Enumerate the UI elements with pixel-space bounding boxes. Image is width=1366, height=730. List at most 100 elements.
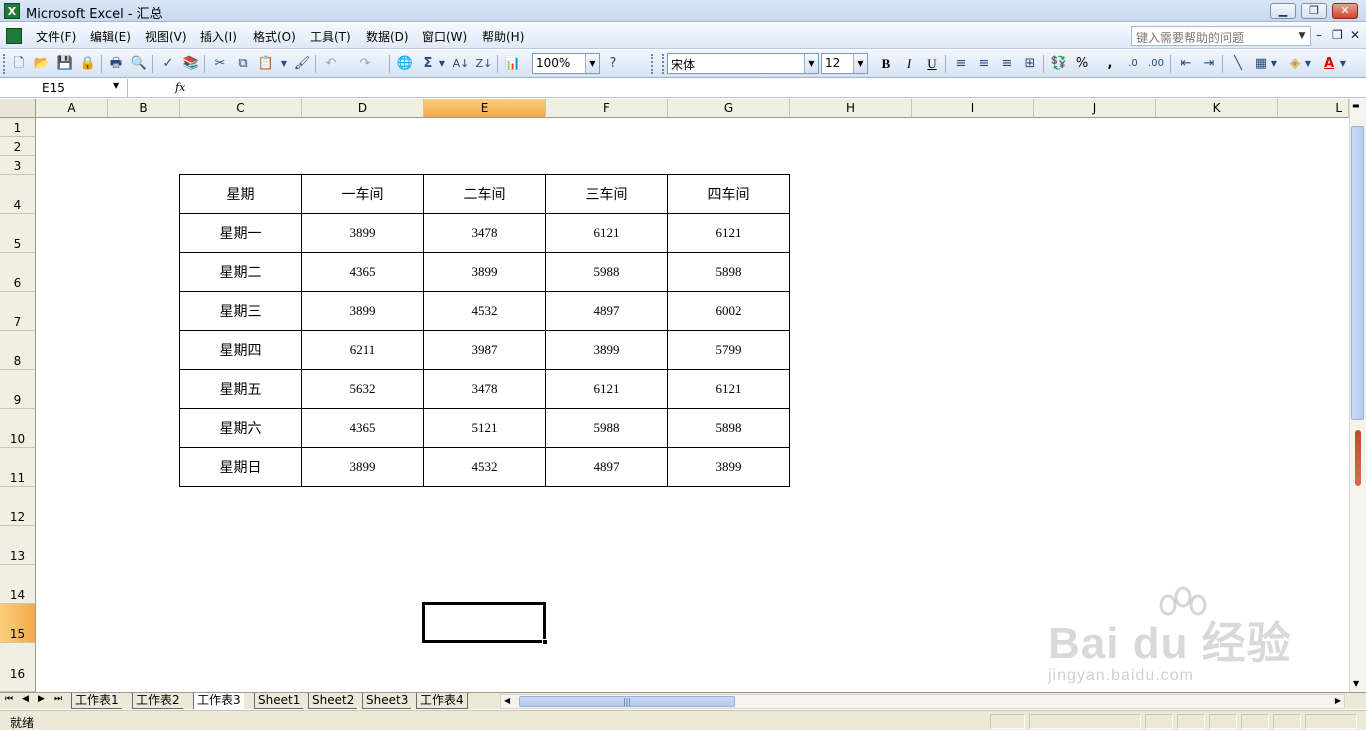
close-button[interactable]: ✕ xyxy=(1332,3,1358,19)
row-header-12[interactable]: 12 xyxy=(0,487,36,526)
header-cell[interactable]: 星期 xyxy=(179,174,302,214)
chevron-down-icon[interactable]: ▼ xyxy=(585,54,599,73)
column-header-k[interactable]: K xyxy=(1156,99,1278,118)
toolbar-grip[interactable] xyxy=(3,54,6,74)
value-cell[interactable]: 4897 xyxy=(545,447,668,487)
fill-color-dropdown-icon[interactable]: ▼ xyxy=(1303,54,1313,74)
toolbar-grip[interactable] xyxy=(662,54,665,74)
header-cell[interactable]: 二车间 xyxy=(423,174,546,214)
chevron-down-icon[interactable]: ▼ xyxy=(113,81,119,90)
fill-handle[interactable] xyxy=(542,639,548,645)
value-cell[interactable]: 5988 xyxy=(545,252,668,292)
vertical-scroll-thumb[interactable] xyxy=(1351,126,1364,420)
menu-file[interactable]: 文件(F) xyxy=(36,28,76,45)
value-cell[interactable]: 5898 xyxy=(667,252,790,292)
row-header-4[interactable]: 4 xyxy=(0,175,36,214)
menu-edit[interactable]: 编辑(E) xyxy=(90,28,131,45)
copy-icon[interactable]: ⧉ xyxy=(233,54,253,74)
value-cell[interactable]: 6121 xyxy=(545,213,668,253)
value-cell[interactable]: 6121 xyxy=(545,369,668,409)
menu-format[interactable]: 格式(O) xyxy=(253,28,296,45)
chevron-down-icon[interactable]: ▼ xyxy=(853,54,867,73)
sort-ascending-icon[interactable]: A↓ xyxy=(451,54,471,74)
day-cell[interactable]: 星期日 xyxy=(179,447,302,487)
hyperlink-icon[interactable]: 🌐 xyxy=(395,54,415,74)
row-header-2[interactable]: 2 xyxy=(0,137,36,156)
header-cell[interactable]: 三车间 xyxy=(545,174,668,214)
help-question-input[interactable]: 键入需要帮助的问题 ▼ xyxy=(1131,26,1311,46)
format-painter-icon[interactable]: 🖌 xyxy=(292,54,312,74)
row-header-3[interactable]: 3 xyxy=(0,156,36,175)
doc-restore-button[interactable]: ❐ xyxy=(1332,28,1343,42)
draw-line-icon[interactable]: ╲ xyxy=(1228,54,1248,74)
doc-close-button[interactable]: ✕ xyxy=(1350,28,1360,42)
save-icon[interactable]: 💾 xyxy=(55,54,75,74)
decrease-indent-icon[interactable]: ⇤ xyxy=(1176,54,1196,74)
menu-window[interactable]: 窗口(W) xyxy=(422,28,467,45)
prev-sheet-icon[interactable]: ◀ xyxy=(22,694,29,704)
row-header-1[interactable]: 1 xyxy=(0,118,36,137)
chevron-down-icon[interactable]: ▼ xyxy=(804,54,818,73)
workbook-icon[interactable] xyxy=(6,28,22,44)
value-cell[interactable]: 3899 xyxy=(545,330,668,370)
menu-insert[interactable]: 插入(I) xyxy=(200,28,237,45)
menu-view[interactable]: 视图(V) xyxy=(145,28,187,45)
scroll-left-icon[interactable]: ◀ xyxy=(504,696,510,705)
day-cell[interactable]: 星期四 xyxy=(179,330,302,370)
restore-button[interactable]: ❐ xyxy=(1301,3,1327,19)
autosum-icon[interactable]: Σ xyxy=(418,54,438,74)
column-header-l[interactable]: L xyxy=(1278,99,1349,118)
excel-icon[interactable]: X xyxy=(4,3,20,19)
header-cell[interactable]: 一车间 xyxy=(301,174,424,214)
last-sheet-icon[interactable]: ⏭ xyxy=(54,694,62,704)
day-cell[interactable]: 星期六 xyxy=(179,408,302,448)
sheet-tab-4[interactable]: Sheet1 xyxy=(254,693,304,709)
fill-color-icon[interactable]: ◈ xyxy=(1285,54,1305,74)
value-cell[interactable]: 5898 xyxy=(667,408,790,448)
day-cell[interactable]: 星期一 xyxy=(179,213,302,253)
column-header-e[interactable]: E xyxy=(424,99,546,118)
next-sheet-icon[interactable]: ▶ xyxy=(38,694,45,704)
value-cell[interactable]: 6121 xyxy=(667,213,790,253)
print-preview-icon[interactable]: 🔍 xyxy=(129,54,149,74)
value-cell[interactable]: 5799 xyxy=(667,330,790,370)
comma-style-button[interactable]: , xyxy=(1100,54,1120,74)
value-cell[interactable]: 4897 xyxy=(545,291,668,331)
align-right-icon[interactable]: ≡ xyxy=(997,54,1017,74)
value-cell[interactable]: 6211 xyxy=(301,330,424,370)
value-cell[interactable]: 3899 xyxy=(301,213,424,253)
increase-decimal-icon[interactable]: .0 xyxy=(1123,54,1143,74)
row-header-7[interactable]: 7 xyxy=(0,292,36,331)
horizontal-scroll-thumb[interactable]: ||| xyxy=(519,696,735,707)
chevron-down-icon[interactable]: ▼ xyxy=(1295,28,1309,44)
horizontal-scrollbar[interactable]: ◀ ||| ▶ xyxy=(500,694,1345,709)
borders-dropdown-icon[interactable]: ▼ xyxy=(1269,54,1279,74)
value-cell[interactable]: 4532 xyxy=(423,291,546,331)
column-header-d[interactable]: D xyxy=(302,99,424,118)
chart-wizard-icon[interactable]: 📊 xyxy=(503,54,523,74)
sort-descending-icon[interactable]: Z↓ xyxy=(474,54,494,74)
column-header-j[interactable]: J xyxy=(1034,99,1156,118)
insert-function-icon[interactable]: fx xyxy=(175,81,185,94)
menu-data[interactable]: 数据(D) xyxy=(366,28,409,45)
row-header-5[interactable]: 5 xyxy=(0,214,36,253)
sheet-tab-2[interactable]: 工作表2 xyxy=(132,693,183,709)
print-icon[interactable]: 🖶 xyxy=(106,54,126,74)
font-color-icon[interactable]: A xyxy=(1319,54,1339,74)
increase-indent-icon[interactable]: ⇥ xyxy=(1199,54,1219,74)
value-cell[interactable]: 3899 xyxy=(301,291,424,331)
row-header-13[interactable]: 13 xyxy=(0,526,36,565)
help-icon[interactable]: ? xyxy=(603,54,623,74)
undo-icon[interactable]: ↶ xyxy=(321,54,341,74)
doc-minimize-button[interactable]: – xyxy=(1316,28,1322,42)
value-cell[interactable]: 5988 xyxy=(545,408,668,448)
value-cell[interactable]: 3899 xyxy=(667,447,790,487)
italic-button[interactable]: I xyxy=(899,54,919,74)
row-header-11[interactable]: 11 xyxy=(0,448,36,487)
merge-center-icon[interactable]: ⊞ xyxy=(1020,54,1040,74)
column-header-b[interactable]: B xyxy=(108,99,180,118)
split-box-icon[interactable]: ▬ xyxy=(1352,101,1360,110)
menu-tools[interactable]: 工具(T) xyxy=(310,28,351,45)
row-header-14[interactable]: 14 xyxy=(0,565,36,604)
value-cell[interactable]: 4365 xyxy=(301,408,424,448)
